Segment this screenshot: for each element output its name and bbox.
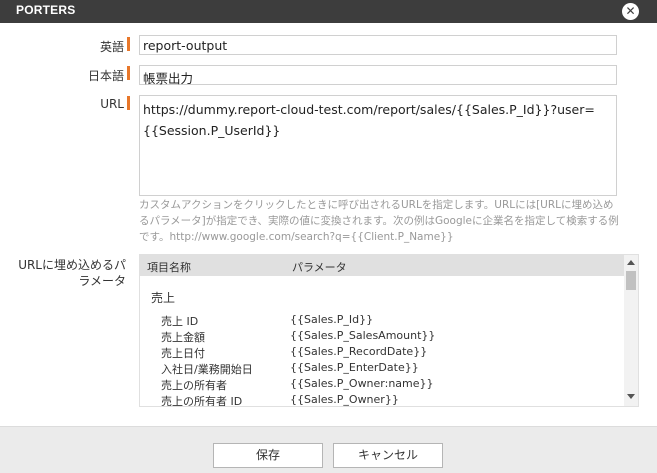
dialog-footer: 保存 キャンセル	[0, 426, 657, 473]
param-name: 売上の所有者	[161, 379, 227, 392]
japanese-label: 日本語	[87, 69, 124, 83]
params-header-param: パラメータ	[292, 261, 347, 274]
table-row[interactable]: 売上金額 {{Sales.P_SalesAmount}}	[140, 329, 625, 345]
url-label: URL	[100, 97, 124, 111]
param-value: {{Sales.P_Id}}	[290, 313, 374, 326]
param-name: 売上日付	[161, 347, 205, 360]
param-value: {{Sales.P_Owner}}	[290, 393, 399, 406]
cancel-button[interactable]: キャンセル	[333, 443, 443, 468]
param-value: {{Sales.P_Owner:name}}	[290, 377, 434, 390]
param-name: 売上の所有者 ID	[161, 395, 243, 407]
english-label: 英語	[99, 40, 124, 54]
url-hint: カスタムアクションをクリックしたときに呼び出されるURLを指定します。URLには…	[139, 199, 619, 243]
required-mark	[127, 96, 130, 110]
dialog-title: PORTERS	[16, 3, 76, 17]
param-name: 売上 ID	[161, 315, 199, 328]
table-row[interactable]: 入社日/業務開始日 {{Sales.P_EnterDate}}	[140, 361, 625, 377]
param-value: {{Sales.P_RecordDate}}	[290, 345, 428, 358]
param-name: 入社日/業務開始日	[161, 363, 253, 376]
scroll-up-icon[interactable]	[627, 260, 635, 265]
table-row[interactable]: 売上 ID {{Sales.P_Id}}	[140, 313, 625, 329]
table-row[interactable]: 売上の所有者 ID {{Sales.P_Owner}}	[140, 393, 625, 407]
save-button[interactable]: 保存	[213, 443, 323, 468]
param-value: {{Sales.P_SalesAmount}}	[290, 329, 436, 342]
params-group-title: 売上	[151, 291, 176, 305]
params-header-name: 項目名称	[147, 261, 191, 274]
required-mark	[127, 66, 130, 80]
english-input[interactable]: report-output	[139, 35, 617, 55]
param-value: {{Sales.P_EnterDate}}	[290, 361, 419, 374]
table-row[interactable]: 売上日付 {{Sales.P_RecordDate}}	[140, 345, 625, 361]
scroll-thumb[interactable]	[626, 271, 636, 290]
params-header: 項目名称 パラメータ	[140, 255, 625, 276]
params-list[interactable]: 項目名称 パラメータ 売上 売上 ID {{Sales.P_Id}} 売上金額 …	[139, 254, 639, 407]
dialog-titlebar: PORTERS ✕	[0, 0, 657, 23]
params-label: URLに埋め込めるパラメータ	[18, 258, 126, 288]
params-scrollbar[interactable]	[624, 255, 638, 406]
scroll-down-icon[interactable]	[627, 394, 635, 399]
table-row[interactable]: 売上の所有者 {{Sales.P_Owner:name}}	[140, 377, 625, 393]
param-name: 売上金額	[161, 331, 205, 344]
url-textarea[interactable]: https://dummy.report-cloud-test.com/repo…	[139, 95, 617, 196]
japanese-input[interactable]: 帳票出力	[139, 65, 617, 86]
required-mark	[127, 37, 130, 51]
close-icon[interactable]: ✕	[622, 3, 639, 20]
